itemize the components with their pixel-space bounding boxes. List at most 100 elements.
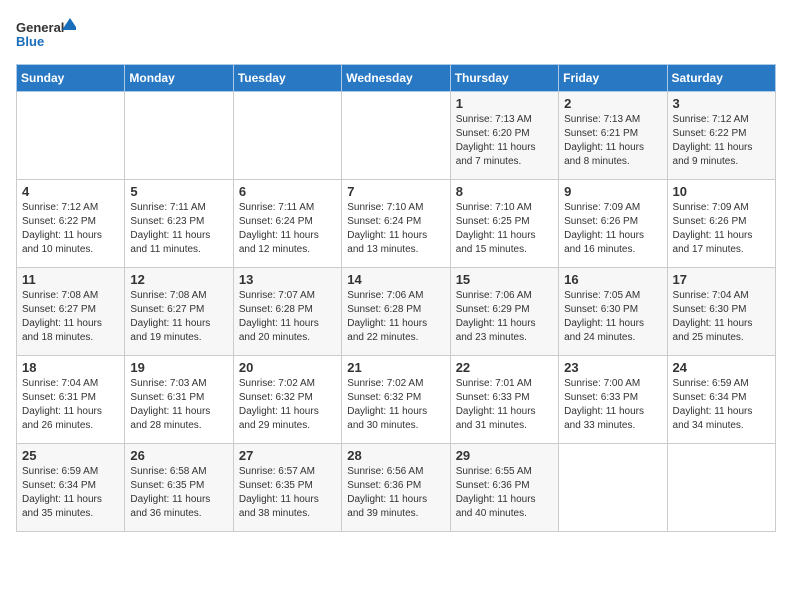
- day-info: Sunrise: 7:10 AMSunset: 6:25 PMDaylight:…: [456, 201, 553, 257]
- day-number: 15: [456, 272, 553, 287]
- calendar-table: SundayMondayTuesdayWednesdayThursdayFrid…: [16, 64, 776, 532]
- calendar-cell: 15 Sunrise: 7:06 AMSunset: 6:29 PMDayligh…: [450, 268, 558, 356]
- calendar-cell: 5 Sunrise: 7:11 AMSunset: 6:23 PMDaylight…: [125, 180, 233, 268]
- calendar-cell: 7 Sunrise: 7:10 AMSunset: 6:24 PMDaylight…: [342, 180, 450, 268]
- day-info: Sunrise: 7:13 AMSunset: 6:21 PMDaylight:…: [564, 113, 661, 169]
- day-info: Sunrise: 7:03 AMSunset: 6:31 PMDaylight:…: [130, 377, 227, 433]
- day-info: Sunrise: 7:05 AMSunset: 6:30 PMDaylight:…: [564, 289, 661, 345]
- day-number: 3: [673, 96, 770, 111]
- day-number: 7: [347, 184, 444, 199]
- day-header-thursday: Thursday: [450, 65, 558, 92]
- calendar-header: General Blue: [16, 16, 776, 52]
- day-number: 21: [347, 360, 444, 375]
- day-info: Sunrise: 7:06 AMSunset: 6:29 PMDaylight:…: [456, 289, 553, 345]
- day-info: Sunrise: 7:04 AMSunset: 6:30 PMDaylight:…: [673, 289, 770, 345]
- week-row-0: 1Sunrise: 7:13 AMSunset: 6:20 PMDaylight…: [17, 92, 776, 180]
- calendar-cell: 27 Sunrise: 6:57 AMSunset: 6:35 PMDayligh…: [233, 444, 341, 532]
- day-number: 18: [22, 360, 119, 375]
- day-info: Sunrise: 6:55 AMSunset: 6:36 PMDaylight:…: [456, 465, 553, 521]
- svg-text:General: General: [16, 20, 64, 35]
- day-number: 12: [130, 272, 227, 287]
- day-number: 28: [347, 448, 444, 463]
- calendar-cell: 20 Sunrise: 7:02 AMSunset: 6:32 PMDayligh…: [233, 356, 341, 444]
- calendar-cell: [17, 92, 125, 180]
- day-info: Sunrise: 6:58 AMSunset: 6:35 PMDaylight:…: [130, 465, 227, 521]
- calendar-cell: 14Sunrise: 7:06 AMSunset: 6:28 PMDayligh…: [342, 268, 450, 356]
- day-number: 22: [456, 360, 553, 375]
- logo-svg: General Blue: [16, 16, 76, 52]
- day-header-tuesday: Tuesday: [233, 65, 341, 92]
- day-info: Sunrise: 7:08 AMSunset: 6:27 PMDaylight:…: [130, 289, 227, 345]
- calendar-cell: 22 Sunrise: 7:01 AMSunset: 6:33 PMDayligh…: [450, 356, 558, 444]
- day-number: 20: [239, 360, 336, 375]
- day-number: 25: [22, 448, 119, 463]
- day-header-wednesday: Wednesday: [342, 65, 450, 92]
- day-number: 6: [239, 184, 336, 199]
- day-number: 9: [564, 184, 661, 199]
- day-header-sunday: Sunday: [17, 65, 125, 92]
- day-number: 26: [130, 448, 227, 463]
- day-info: Sunrise: 6:59 AMSunset: 6:34 PMDaylight:…: [673, 377, 770, 433]
- day-info: Sunrise: 7:10 AMSunset: 6:24 PMDaylight:…: [347, 201, 444, 257]
- calendar-cell: 8 Sunrise: 7:10 AMSunset: 6:25 PMDaylight…: [450, 180, 558, 268]
- calendar-cell: 19 Sunrise: 7:03 AMSunset: 6:31 PMDayligh…: [125, 356, 233, 444]
- calendar-cell: 17 Sunrise: 7:04 AMSunset: 6:30 PMDayligh…: [667, 268, 775, 356]
- day-header-saturday: Saturday: [667, 65, 775, 92]
- day-info: Sunrise: 7:12 AMSunset: 6:22 PMDaylight:…: [673, 113, 770, 169]
- calendar-cell: 25Sunrise: 6:59 AMSunset: 6:34 PMDayligh…: [17, 444, 125, 532]
- week-row-4: 25Sunrise: 6:59 AMSunset: 6:34 PMDayligh…: [17, 444, 776, 532]
- day-number: 10: [673, 184, 770, 199]
- day-info: Sunrise: 7:04 AMSunset: 6:31 PMDaylight:…: [22, 377, 119, 433]
- calendar-cell: 21 Sunrise: 7:02 AMSunset: 6:32 PMDayligh…: [342, 356, 450, 444]
- day-number: 29: [456, 448, 553, 463]
- day-info: Sunrise: 7:13 AMSunset: 6:20 PMDaylight:…: [456, 113, 553, 169]
- calendar-cell: 6 Sunrise: 7:11 AMSunset: 6:24 PMDaylight…: [233, 180, 341, 268]
- calendar-cell: 4Sunrise: 7:12 AMSunset: 6:22 PMDaylight…: [17, 180, 125, 268]
- calendar-cell: 16Sunrise: 7:05 AMSunset: 6:30 PMDayligh…: [559, 268, 667, 356]
- calendar-cell: 10 Sunrise: 7:09 AMSunset: 6:26 PMDayligh…: [667, 180, 775, 268]
- day-info: Sunrise: 7:00 AMSunset: 6:33 PMDaylight:…: [564, 377, 661, 433]
- day-number: 19: [130, 360, 227, 375]
- day-number: 24: [673, 360, 770, 375]
- day-info: Sunrise: 7:09 AMSunset: 6:26 PMDaylight:…: [564, 201, 661, 257]
- calendar-cell: 26 Sunrise: 6:58 AMSunset: 6:35 PMDayligh…: [125, 444, 233, 532]
- day-info: Sunrise: 7:11 AMSunset: 6:24 PMDaylight:…: [239, 201, 336, 257]
- day-info: Sunrise: 7:01 AMSunset: 6:33 PMDaylight:…: [456, 377, 553, 433]
- day-number: 5: [130, 184, 227, 199]
- day-number: 11: [22, 272, 119, 287]
- calendar-cell: [667, 444, 775, 532]
- day-number: 27: [239, 448, 336, 463]
- day-number: 8: [456, 184, 553, 199]
- day-info: Sunrise: 6:57 AMSunset: 6:35 PMDaylight:…: [239, 465, 336, 521]
- day-number: 17: [673, 272, 770, 287]
- calendar-cell: [559, 444, 667, 532]
- calendar-cell: 1Sunrise: 7:13 AMSunset: 6:20 PMDaylight…: [450, 92, 558, 180]
- calendar-cell: 13 Sunrise: 7:07 AMSunset: 6:28 PMDayligh…: [233, 268, 341, 356]
- day-info: Sunrise: 7:02 AMSunset: 6:32 PMDaylight:…: [239, 377, 336, 433]
- svg-text:Blue: Blue: [16, 34, 44, 49]
- calendar-cell: 11 Sunrise: 7:08 AMSunset: 6:27 PMDayligh…: [17, 268, 125, 356]
- calendar-body: 1Sunrise: 7:13 AMSunset: 6:20 PMDaylight…: [17, 92, 776, 532]
- calendar-cell: 18 Sunrise: 7:04 AMSunset: 6:31 PMDayligh…: [17, 356, 125, 444]
- day-info: Sunrise: 7:08 AMSunset: 6:27 PMDaylight:…: [22, 289, 119, 345]
- week-row-3: 18 Sunrise: 7:04 AMSunset: 6:31 PMDayligh…: [17, 356, 776, 444]
- day-number: 13: [239, 272, 336, 287]
- day-info: Sunrise: 6:56 AMSunset: 6:36 PMDaylight:…: [347, 465, 444, 521]
- day-info: Sunrise: 7:11 AMSunset: 6:23 PMDaylight:…: [130, 201, 227, 257]
- calendar-cell: 24 Sunrise: 6:59 AMSunset: 6:34 PMDayligh…: [667, 356, 775, 444]
- calendar-cell: [342, 92, 450, 180]
- calendar-cell: 23Sunrise: 7:00 AMSunset: 6:33 PMDayligh…: [559, 356, 667, 444]
- day-info: Sunrise: 7:06 AMSunset: 6:28 PMDaylight:…: [347, 289, 444, 345]
- day-number: 2: [564, 96, 661, 111]
- calendar-cell: 2 Sunrise: 7:13 AMSunset: 6:21 PMDaylight…: [559, 92, 667, 180]
- calendar-cell: 9 Sunrise: 7:09 AMSunset: 6:26 PMDaylight…: [559, 180, 667, 268]
- calendar-header-row: SundayMondayTuesdayWednesdayThursdayFrid…: [17, 65, 776, 92]
- calendar-cell: [233, 92, 341, 180]
- day-info: Sunrise: 7:07 AMSunset: 6:28 PMDaylight:…: [239, 289, 336, 345]
- day-number: 4: [22, 184, 119, 199]
- day-header-monday: Monday: [125, 65, 233, 92]
- day-info: Sunrise: 7:09 AMSunset: 6:26 PMDaylight:…: [673, 201, 770, 257]
- day-info: Sunrise: 7:02 AMSunset: 6:32 PMDaylight:…: [347, 377, 444, 433]
- calendar-cell: 3 Sunrise: 7:12 AMSunset: 6:22 PMDaylight…: [667, 92, 775, 180]
- day-header-friday: Friday: [559, 65, 667, 92]
